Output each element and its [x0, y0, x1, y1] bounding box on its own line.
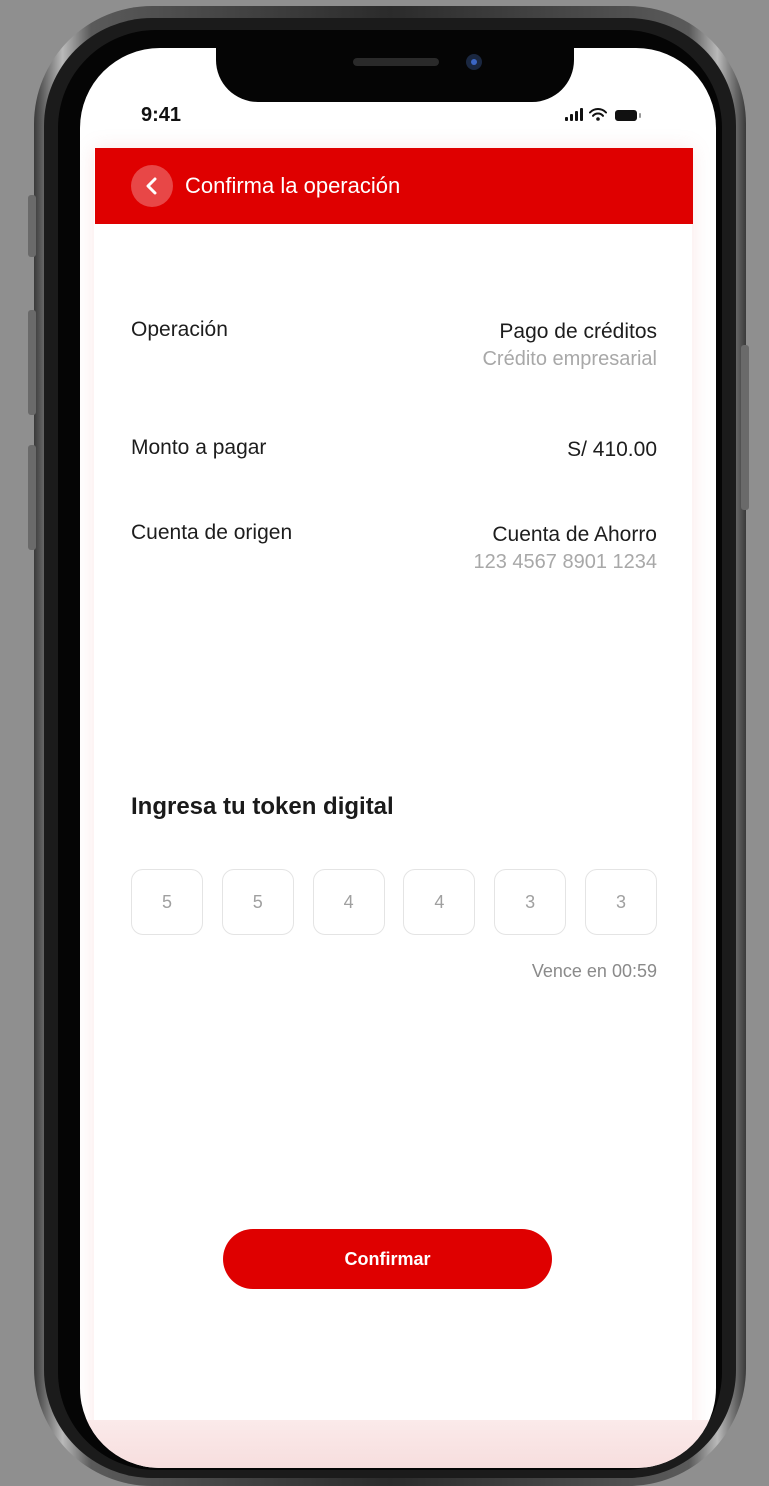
detail-value: Cuenta de Ahorro [492, 523, 657, 546]
token-digit-input[interactable]: 4 [312, 869, 385, 935]
detail-subvalue: Crédito empresarial [482, 348, 657, 370]
power-button [741, 345, 749, 510]
detail-value-group: Pago de créditos Crédito empresarial [482, 318, 657, 372]
header-bar: Confirma la operación [95, 148, 693, 224]
detail-subvalue: 123 4567 8901 1234 [473, 551, 657, 573]
silent-switch [28, 195, 36, 257]
detail-label: Operación [131, 318, 228, 341]
detail-row-operacion: Operación Pago de créditos Crédito empre… [131, 318, 657, 372]
wifi-icon [589, 108, 607, 121]
confirm-button[interactable]: Confirmar [223, 1229, 552, 1289]
speaker-grille [353, 58, 439, 66]
detail-row-monto: Monto a pagar S/ 410.00 [131, 436, 657, 464]
token-digit-input[interactable]: 3 [584, 869, 657, 935]
volume-up-button [28, 310, 36, 415]
token-title: Ingresa tu token digital [131, 793, 394, 820]
volume-down-button [28, 445, 36, 550]
battery-icon [615, 110, 641, 121]
screen-bottom-tint [80, 1420, 716, 1468]
detail-value-group: Cuenta de Ahorro 123 4567 8901 1234 [473, 521, 657, 575]
detail-value: Pago de créditos [499, 320, 657, 343]
token-digit-input[interactable]: 3 [494, 869, 567, 935]
token-digit-input[interactable]: 4 [403, 869, 476, 935]
page-title: Confirma la operación [185, 173, 401, 198]
detail-row-cuenta: Cuenta de origen Cuenta de Ahorro 123 45… [131, 521, 657, 575]
token-input-group: 5 5 4 4 3 3 [131, 869, 657, 935]
status-time: 9:41 [141, 104, 182, 126]
status-icons [565, 108, 641, 121]
token-expiry-timer: Vence en 00:59 [531, 961, 657, 981]
detail-label: Cuenta de origen [131, 521, 293, 544]
back-button[interactable] [131, 165, 173, 207]
camera-icon [466, 54, 482, 70]
chevron-left-icon [146, 177, 157, 195]
notch [216, 30, 574, 102]
signal-icon [565, 108, 583, 121]
detail-value: S/ 410.00 [567, 438, 657, 461]
token-digit-input[interactable]: 5 [221, 869, 294, 935]
detail-label: Monto a pagar [131, 436, 267, 459]
token-digit-input[interactable]: 5 [131, 869, 203, 935]
detail-value-group: S/ 410.00 [567, 436, 657, 464]
